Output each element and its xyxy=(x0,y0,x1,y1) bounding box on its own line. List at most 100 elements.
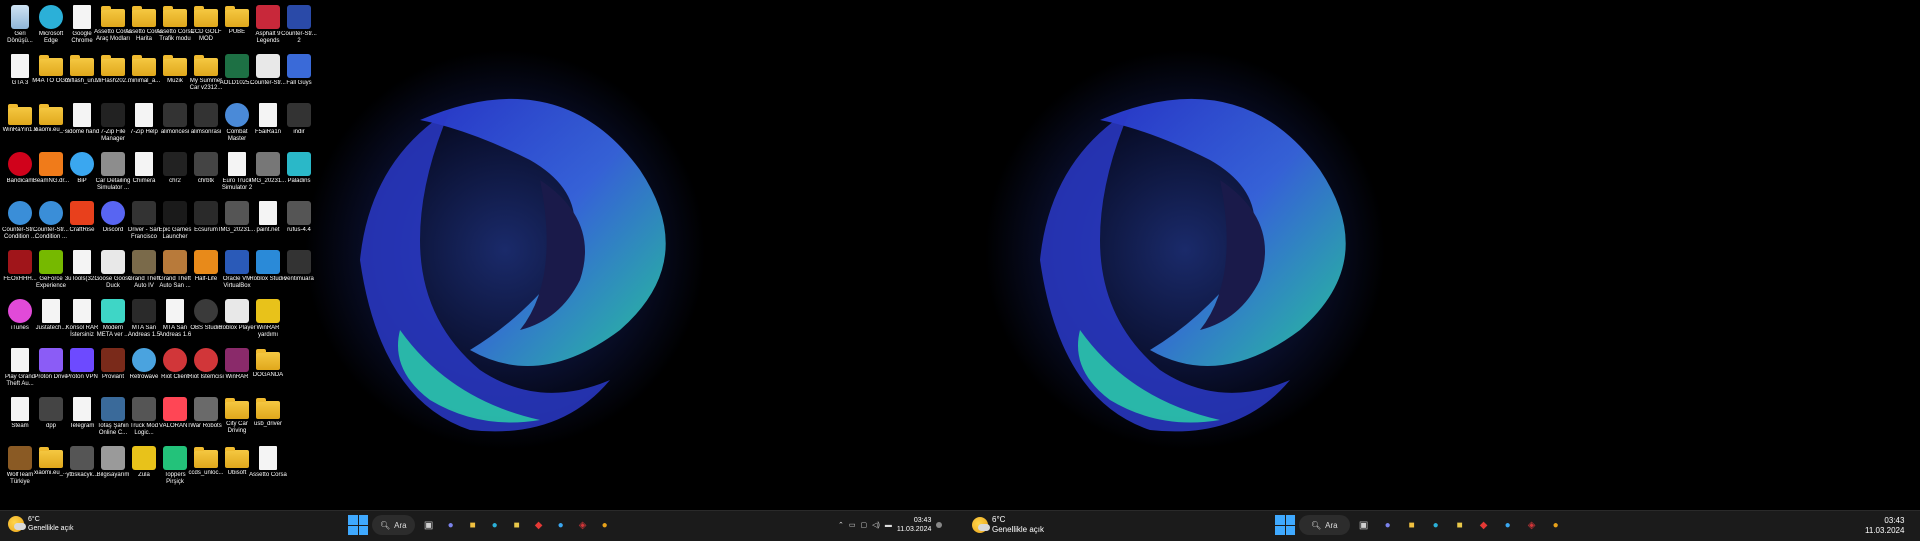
desktop-icon[interactable]: rufus-4.4 xyxy=(280,197,318,246)
nvidia-icon xyxy=(39,250,63,274)
folder-icon xyxy=(225,398,249,419)
desktop-icon[interactable]: indir xyxy=(280,99,318,148)
taskbar-center-right: 🔍︎ Ara ▣ ● ■ ● ■ ◆ ● ◈ ● xyxy=(1275,515,1566,535)
game-icon xyxy=(8,250,32,274)
desktop-icon[interactable]: DOĞANDA xyxy=(249,344,287,393)
file-icon xyxy=(259,201,277,225)
riot-icon xyxy=(194,348,218,372)
game-icon xyxy=(101,397,125,421)
folder-icon xyxy=(225,6,249,27)
chevron-up-icon[interactable]: ⌃ xyxy=(838,521,844,529)
folder-icon xyxy=(194,6,218,27)
counter-strike-icon xyxy=(39,201,63,225)
tray-app-icon[interactable]: ▭ xyxy=(849,521,856,529)
desktop-icon[interactable]: ventimuara xyxy=(280,246,318,295)
taskbar-center: 🔍︎ Ara ▣ ● ■ ● ■ ◆ ● ◈ ● xyxy=(348,515,615,535)
file-icon xyxy=(73,103,91,127)
volume-icon[interactable]: ◁) xyxy=(872,521,880,529)
weather-temp: 6°C xyxy=(992,515,1006,524)
notification-icon[interactable] xyxy=(936,522,943,528)
gta-icon xyxy=(163,250,187,274)
file-explorer-icon[interactable]: ■ xyxy=(1402,515,1422,535)
battery-icon[interactable]: ▬ xyxy=(885,522,892,529)
weather-widget-right[interactable]: 6°C Genellikle açık xyxy=(972,515,1044,535)
desktop-icon-label: WinRAR yardımı xyxy=(256,325,280,338)
obs-icon xyxy=(194,299,218,323)
retrowave-icon xyxy=(132,348,156,372)
weather-desc: Genellikle açık xyxy=(992,525,1045,534)
weather-widget[interactable]: 6°C Genellikle açık xyxy=(8,515,74,533)
store-icon[interactable]: ■ xyxy=(507,515,527,535)
start-button[interactable] xyxy=(1275,515,1295,535)
store-icon[interactable]: ■ xyxy=(1450,515,1470,535)
folder-icon xyxy=(39,104,63,125)
app-icon xyxy=(194,103,218,127)
clock[interactable]: 03:43 11.03.2024 xyxy=(897,516,932,534)
red-app-icon[interactable]: ◆ xyxy=(529,515,549,535)
chat-icon[interactable]: ● xyxy=(1378,515,1398,535)
desktop-icon[interactable]: Assetto Corsa xyxy=(249,442,287,491)
zula-icon xyxy=(132,446,156,470)
desktop-icon[interactable]: Counter-Str... 2 xyxy=(280,1,318,50)
chrome-icon[interactable]: ● xyxy=(1546,515,1566,535)
file-icon xyxy=(73,250,91,274)
app-icon xyxy=(163,152,187,176)
recycle-bin-icon xyxy=(11,5,29,29)
desktop-icon-label: Fall Guys xyxy=(286,80,312,86)
search-box[interactable]: 🔍︎ Ara xyxy=(372,515,415,535)
system-tray-right: 03:43 11.03.2024 xyxy=(1865,516,1904,536)
folder-icon xyxy=(132,6,156,27)
desktop-icon-grid: Geri Dönüşü... GTA 3 WinRaYin1.0 Bandicam Co… xyxy=(0,0,390,510)
beamng-icon xyxy=(39,152,63,176)
network-icon[interactable]: ▢ xyxy=(861,521,868,529)
meta-icon xyxy=(101,299,125,323)
roblox-icon xyxy=(225,299,249,323)
desktop-icon[interactable]: WinRAR yardımı xyxy=(249,295,287,344)
file-icon xyxy=(259,103,277,127)
valorant-icon xyxy=(163,397,187,421)
search-icon: 🔍︎ xyxy=(380,520,391,530)
chrome-icon[interactable]: ● xyxy=(595,515,615,535)
weather-temp: 6°C xyxy=(28,516,40,523)
desktop-icon-label: usb_driver xyxy=(253,421,282,427)
pinned-apps: ▣ ● ■ ● ■ ◆ ● ◈ ● xyxy=(419,515,615,535)
craftrise-icon xyxy=(70,201,94,225)
edge-icon[interactable]: ● xyxy=(1426,515,1446,535)
edge-icon[interactable]: ● xyxy=(485,515,505,535)
shield-app-icon[interactable]: ◈ xyxy=(573,515,593,535)
chat-icon[interactable]: ● xyxy=(441,515,461,535)
desktop-icon[interactable]: Paladins xyxy=(280,148,318,197)
edge-icon xyxy=(39,5,63,29)
task-view-icon[interactable]: ▣ xyxy=(419,515,439,535)
app-icon xyxy=(163,103,187,127)
red-app-icon[interactable]: ◆ xyxy=(1474,515,1494,535)
clock-date: 11.03.2024 xyxy=(1865,526,1905,535)
desktop-icon[interactable]: Fall Guys xyxy=(280,50,318,99)
task-view-icon[interactable]: ▣ xyxy=(1354,515,1374,535)
clock-date: 11.03.2024 xyxy=(896,526,932,533)
bip-icon xyxy=(70,152,94,176)
start-button[interactable] xyxy=(348,515,368,535)
excel-icon xyxy=(225,54,249,78)
file-explorer-icon[interactable]: ■ xyxy=(463,515,483,535)
folder-icon xyxy=(39,348,63,372)
game-icon xyxy=(194,397,218,421)
discord-icon xyxy=(101,201,125,225)
game-icon xyxy=(132,201,156,225)
desktop-icon[interactable]: usb_driver xyxy=(249,393,287,442)
search-label: Ara xyxy=(1325,520,1338,530)
clock[interactable]: 03:43 11.03.2024 xyxy=(1865,516,1904,536)
bip-icon[interactable]: ● xyxy=(551,515,571,535)
game-icon xyxy=(101,348,125,372)
folder-icon xyxy=(225,447,249,468)
counter-strike-icon xyxy=(256,54,280,78)
shield-app-icon[interactable]: ◈ xyxy=(1522,515,1542,535)
folder-icon xyxy=(163,55,187,76)
folder-icon xyxy=(163,6,187,27)
bip-icon[interactable]: ● xyxy=(1498,515,1518,535)
monitor-left: Geri Dönüşü... GTA 3 WinRaYin1.0 Bandicam Co… xyxy=(0,0,960,541)
file-icon xyxy=(42,299,60,323)
app-icon xyxy=(194,201,218,225)
search-box[interactable]: 🔍︎ Ara xyxy=(1299,515,1350,535)
desktop-icon-label: Paladins xyxy=(287,178,311,184)
